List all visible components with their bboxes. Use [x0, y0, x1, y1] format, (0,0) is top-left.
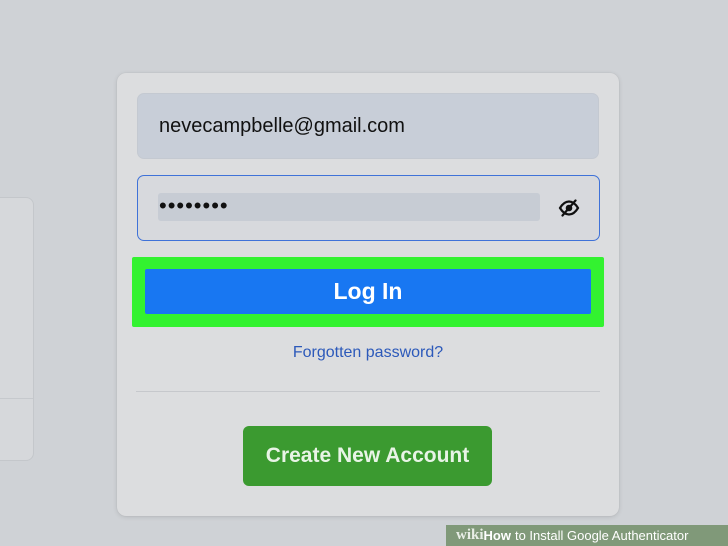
login-card: nevecampbelle@gmail.com •••••••• Log In …	[117, 73, 619, 516]
email-field[interactable]: nevecampbelle@gmail.com	[137, 93, 599, 159]
watermark-title: to Install Google Authenticator	[514, 528, 689, 543]
eye-slash-icon[interactable]	[557, 197, 581, 219]
watermark-brand-suffix: How	[483, 528, 511, 543]
background-panel-divider	[0, 398, 33, 399]
password-value: ••••••••	[158, 193, 540, 221]
watermark-banner: wiki How to Install Google Authenticator	[446, 525, 728, 546]
create-account-button[interactable]: Create New Account	[243, 426, 492, 486]
watermark-brand-prefix: wiki	[456, 527, 484, 543]
password-field[interactable]: ••••••••	[137, 175, 600, 241]
login-button[interactable]: Log In	[145, 269, 591, 314]
divider	[136, 391, 600, 392]
forgot-password-link[interactable]: Forgotten password?	[117, 344, 619, 362]
background-panel	[0, 197, 34, 461]
email-value: nevecampbelle@gmail.com	[159, 114, 405, 137]
